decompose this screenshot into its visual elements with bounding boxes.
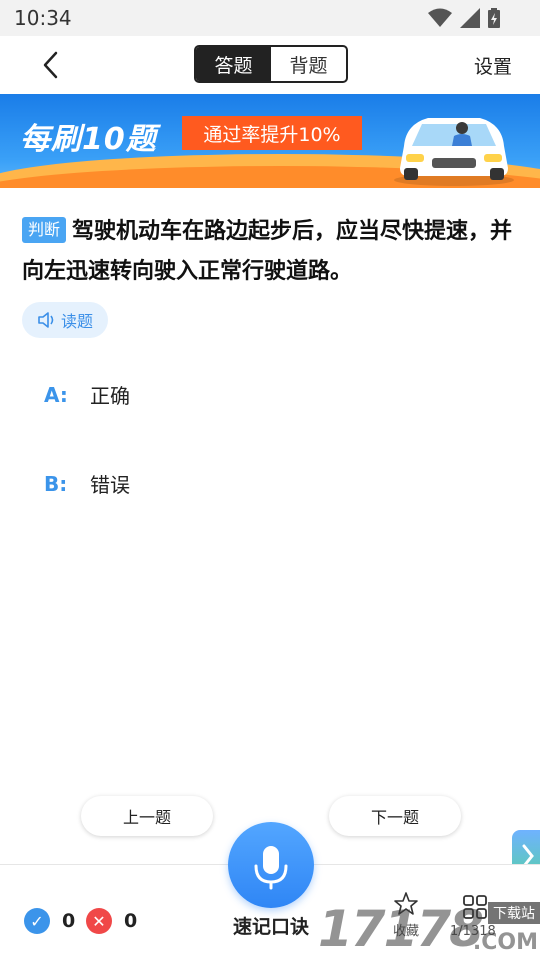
- status-bar: 10:34: [0, 0, 540, 36]
- wifi-icon: [428, 8, 452, 27]
- battery-icon: [488, 8, 500, 28]
- prev-question-button[interactable]: 上一题: [81, 796, 213, 836]
- car-illustration: [394, 118, 514, 186]
- status-icons: [428, 8, 500, 28]
- option-b[interactable]: B: 错误: [44, 469, 130, 498]
- next-question-button[interactable]: 下一题: [329, 796, 461, 836]
- mode-switch: 答题 背题: [194, 45, 348, 83]
- settings-button[interactable]: 设置: [474, 52, 512, 79]
- nav-bar: 答题 背题 设置: [0, 36, 540, 94]
- mic-label: 速记口诀: [232, 916, 309, 938]
- option-text: 错误: [90, 473, 130, 497]
- wrong-count: 0: [124, 910, 138, 932]
- mic-icon: [254, 846, 288, 890]
- option-key: B:: [44, 471, 68, 496]
- read-question-label: 读题: [60, 312, 93, 331]
- promo-banner[interactable]: 每刷10题 通过率提升10%: [0, 94, 540, 188]
- cross-icon: ✕: [86, 908, 112, 934]
- question-text: 判断 驾驶机动车在路边起步后，应当尽快提速，并向左迅速转向驶入正常行驶道路。: [22, 212, 526, 292]
- option-key: A:: [44, 382, 68, 407]
- banner-badge: 通过率提升10%: [182, 116, 362, 150]
- option-text: 正确: [90, 384, 130, 408]
- status-time: 10:34: [14, 6, 72, 30]
- question-body: 驾驶机动车在路边起步后，应当尽快提速，并向左迅速转向驶入正常行驶道路。: [22, 219, 513, 284]
- tab-answer[interactable]: 答题: [196, 47, 271, 81]
- watermark-digits: 17178: [318, 900, 484, 958]
- wrong-stat: ✕ 0: [86, 908, 137, 934]
- correct-stat: ✓ 0: [24, 908, 75, 934]
- question-type-tag: 判断: [22, 217, 67, 243]
- mic-button[interactable]: [228, 822, 314, 908]
- banner-title: 每刷10题: [20, 122, 157, 157]
- signal-icon: [460, 8, 480, 28]
- read-question-button[interactable]: 读题: [22, 302, 108, 338]
- speaker-icon: [38, 312, 54, 328]
- check-icon: ✓: [24, 908, 50, 934]
- site-watermark: 17178 下载站 .COM: [318, 896, 540, 958]
- watermark-sub: 下载站: [488, 902, 540, 924]
- watermark-domain: .COM: [472, 930, 538, 955]
- option-a[interactable]: A: 正确: [44, 380, 130, 409]
- tab-memorize[interactable]: 背题: [271, 47, 346, 81]
- back-icon: [43, 51, 58, 79]
- correct-count: 0: [62, 910, 76, 932]
- back-button[interactable]: [36, 50, 66, 80]
